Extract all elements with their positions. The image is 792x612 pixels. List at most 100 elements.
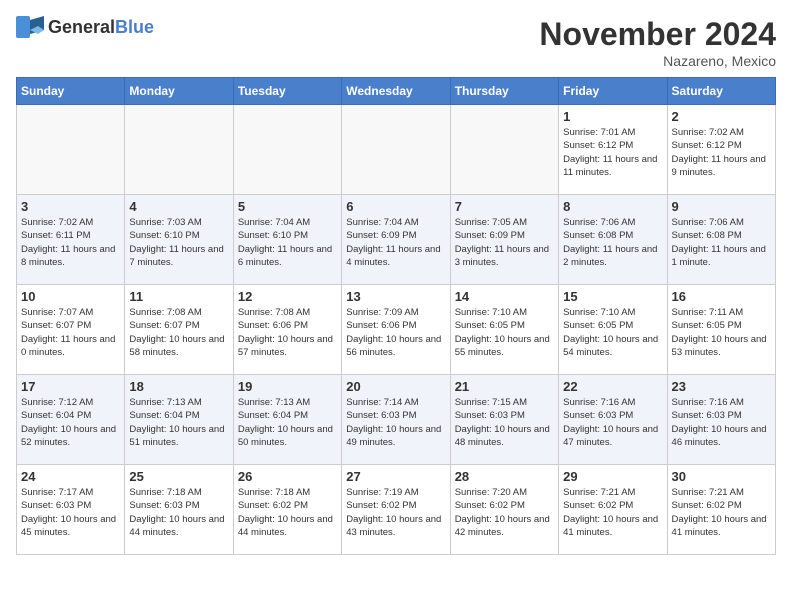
calendar-cell: 18 Sunrise: 7:13 AM Sunset: 6:04 PM Dayli… (125, 375, 233, 465)
day-info: Sunrise: 7:03 AM Sunset: 6:10 PM Dayligh… (129, 216, 228, 269)
day-number: 6 (346, 199, 445, 214)
day-number: 22 (563, 379, 662, 394)
day-number: 24 (21, 469, 120, 484)
day-number: 2 (672, 109, 771, 124)
day-number: 27 (346, 469, 445, 484)
calendar-cell: 23 Sunrise: 7:16 AM Sunset: 6:03 PM Dayli… (667, 375, 775, 465)
calendar-cell: 26 Sunrise: 7:18 AM Sunset: 6:02 PM Dayli… (233, 465, 341, 555)
calendar-cell (450, 105, 558, 195)
day-number: 19 (238, 379, 337, 394)
calendar-cell: 4 Sunrise: 7:03 AM Sunset: 6:10 PM Daylig… (125, 195, 233, 285)
calendar-header: SundayMondayTuesdayWednesdayThursdayFrid… (17, 78, 776, 105)
calendar-cell: 10 Sunrise: 7:07 AM Sunset: 6:07 PM Dayli… (17, 285, 125, 375)
calendar-cell (17, 105, 125, 195)
day-number: 12 (238, 289, 337, 304)
day-info: Sunrise: 7:16 AM Sunset: 6:03 PM Dayligh… (563, 396, 662, 449)
day-info: Sunrise: 7:17 AM Sunset: 6:03 PM Dayligh… (21, 486, 120, 539)
week-row-5: 24 Sunrise: 7:17 AM Sunset: 6:03 PM Dayli… (17, 465, 776, 555)
calendar-cell: 28 Sunrise: 7:20 AM Sunset: 6:02 PM Dayli… (450, 465, 558, 555)
day-number: 3 (21, 199, 120, 214)
day-number: 4 (129, 199, 228, 214)
calendar-cell: 8Sunrise: 7:06 AM Sunset: 6:08 PM Daylig… (559, 195, 667, 285)
day-number: 28 (455, 469, 554, 484)
calendar-cell: 20Sunrise: 7:14 AM Sunset: 6:03 PM Dayli… (342, 375, 450, 465)
days-of-week-row: SundayMondayTuesdayWednesdayThursdayFrid… (17, 78, 776, 105)
day-number: 9 (672, 199, 771, 214)
day-info: Sunrise: 7:13 AM Sunset: 6:04 PM Dayligh… (129, 396, 228, 449)
day-number: 17 (21, 379, 120, 394)
calendar-cell: 7Sunrise: 7:05 AM Sunset: 6:09 PM Daylig… (450, 195, 558, 285)
day-info: Sunrise: 7:08 AM Sunset: 6:06 PM Dayligh… (238, 306, 337, 359)
week-row-2: 3Sunrise: 7:02 AM Sunset: 6:11 PM Daylig… (17, 195, 776, 285)
calendar-cell: 29Sunrise: 7:21 AM Sunset: 6:02 PM Dayli… (559, 465, 667, 555)
logo-text-general: General (48, 17, 115, 37)
day-info: Sunrise: 7:08 AM Sunset: 6:07 PM Dayligh… (129, 306, 228, 359)
day-number: 11 (129, 289, 228, 304)
day-info: Sunrise: 7:04 AM Sunset: 6:10 PM Dayligh… (238, 216, 337, 269)
calendar-cell: 13 Sunrise: 7:09 AM Sunset: 6:06 PM Dayli… (342, 285, 450, 375)
day-info: Sunrise: 7:10 AM Sunset: 6:05 PM Dayligh… (563, 306, 662, 359)
day-info: Sunrise: 7:21 AM Sunset: 6:02 PM Dayligh… (672, 486, 771, 539)
day-number: 14 (455, 289, 554, 304)
day-of-week-friday: Friday (559, 78, 667, 105)
calendar-cell: 6 Sunrise: 7:04 AM Sunset: 6:09 PM Daylig… (342, 195, 450, 285)
day-number: 13 (346, 289, 445, 304)
calendar-cell: 15 Sunrise: 7:10 AM Sunset: 6:05 PM Dayli… (559, 285, 667, 375)
day-info: Sunrise: 7:14 AM Sunset: 6:03 PM Dayligh… (346, 396, 445, 449)
calendar-cell (342, 105, 450, 195)
calendar-cell: 19 Sunrise: 7:13 AM Sunset: 6:04 PM Dayli… (233, 375, 341, 465)
day-info: Sunrise: 7:18 AM Sunset: 6:02 PM Dayligh… (238, 486, 337, 539)
day-number: 5 (238, 199, 337, 214)
day-info: Sunrise: 7:04 AM Sunset: 6:09 PM Dayligh… (346, 216, 445, 269)
day-info: Sunrise: 7:13 AM Sunset: 6:04 PM Dayligh… (238, 396, 337, 449)
day-of-week-saturday: Saturday (667, 78, 775, 105)
calendar-cell: 1Sunrise: 7:01 AM Sunset: 6:12 PM Daylig… (559, 105, 667, 195)
calendar-cell: 24 Sunrise: 7:17 AM Sunset: 6:03 PM Dayli… (17, 465, 125, 555)
calendar-cell: 17Sunrise: 7:12 AM Sunset: 6:04 PM Dayli… (17, 375, 125, 465)
day-of-week-tuesday: Tuesday (233, 78, 341, 105)
day-info: Sunrise: 7:09 AM Sunset: 6:06 PM Dayligh… (346, 306, 445, 359)
calendar-cell: 3Sunrise: 7:02 AM Sunset: 6:11 PM Daylig… (17, 195, 125, 285)
calendar-cell: 27Sunrise: 7:19 AM Sunset: 6:02 PM Dayli… (342, 465, 450, 555)
calendar-cell: 2 Sunrise: 7:02 AM Sunset: 6:12 PM Daylig… (667, 105, 775, 195)
calendar-cell (125, 105, 233, 195)
day-number: 10 (21, 289, 120, 304)
day-info: Sunrise: 7:06 AM Sunset: 6:08 PM Dayligh… (672, 216, 771, 269)
calendar-cell: 14 Sunrise: 7:10 AM Sunset: 6:05 PM Dayli… (450, 285, 558, 375)
day-number: 18 (129, 379, 228, 394)
calendar-cell: 12 Sunrise: 7:08 AM Sunset: 6:06 PM Dayli… (233, 285, 341, 375)
day-info: Sunrise: 7:01 AM Sunset: 6:12 PM Dayligh… (563, 126, 662, 179)
day-info: Sunrise: 7:16 AM Sunset: 6:03 PM Dayligh… (672, 396, 771, 449)
day-info: Sunrise: 7:11 AM Sunset: 6:05 PM Dayligh… (672, 306, 771, 359)
calendar-cell: 9 Sunrise: 7:06 AM Sunset: 6:08 PM Daylig… (667, 195, 775, 285)
calendar-cell: 21 Sunrise: 7:15 AM Sunset: 6:03 PM Dayli… (450, 375, 558, 465)
day-info: Sunrise: 7:20 AM Sunset: 6:02 PM Dayligh… (455, 486, 554, 539)
logo: GeneralBlue (16, 16, 154, 38)
day-info: Sunrise: 7:05 AM Sunset: 6:09 PM Dayligh… (455, 216, 554, 269)
week-row-1: 1Sunrise: 7:01 AM Sunset: 6:12 PM Daylig… (17, 105, 776, 195)
calendar-cell (233, 105, 341, 195)
day-info: Sunrise: 7:15 AM Sunset: 6:03 PM Dayligh… (455, 396, 554, 449)
calendar-cell: 5 Sunrise: 7:04 AM Sunset: 6:10 PM Daylig… (233, 195, 341, 285)
day-number: 21 (455, 379, 554, 394)
calendar-cell: 30Sunrise: 7:21 AM Sunset: 6:02 PM Dayli… (667, 465, 775, 555)
day-info: Sunrise: 7:06 AM Sunset: 6:08 PM Dayligh… (563, 216, 662, 269)
title-area: November 2024 Nazareno, Mexico (539, 16, 776, 69)
week-row-3: 10 Sunrise: 7:07 AM Sunset: 6:07 PM Dayli… (17, 285, 776, 375)
day-number: 23 (672, 379, 771, 394)
logo-icon (16, 16, 44, 38)
day-number: 15 (563, 289, 662, 304)
day-info: Sunrise: 7:02 AM Sunset: 6:12 PM Dayligh… (672, 126, 771, 179)
day-number: 25 (129, 469, 228, 484)
day-info: Sunrise: 7:07 AM Sunset: 6:07 PM Dayligh… (21, 306, 120, 359)
calendar-cell: 25Sunrise: 7:18 AM Sunset: 6:03 PM Dayli… (125, 465, 233, 555)
calendar-cell: 22 Sunrise: 7:16 AM Sunset: 6:03 PM Dayli… (559, 375, 667, 465)
day-number: 29 (563, 469, 662, 484)
day-info: Sunrise: 7:10 AM Sunset: 6:05 PM Dayligh… (455, 306, 554, 359)
day-number: 26 (238, 469, 337, 484)
location: Nazareno, Mexico (539, 53, 776, 69)
logo-text-blue: Blue (115, 17, 154, 37)
day-of-week-sunday: Sunday (17, 78, 125, 105)
week-row-4: 17Sunrise: 7:12 AM Sunset: 6:04 PM Dayli… (17, 375, 776, 465)
calendar: SundayMondayTuesdayWednesdayThursdayFrid… (16, 77, 776, 555)
